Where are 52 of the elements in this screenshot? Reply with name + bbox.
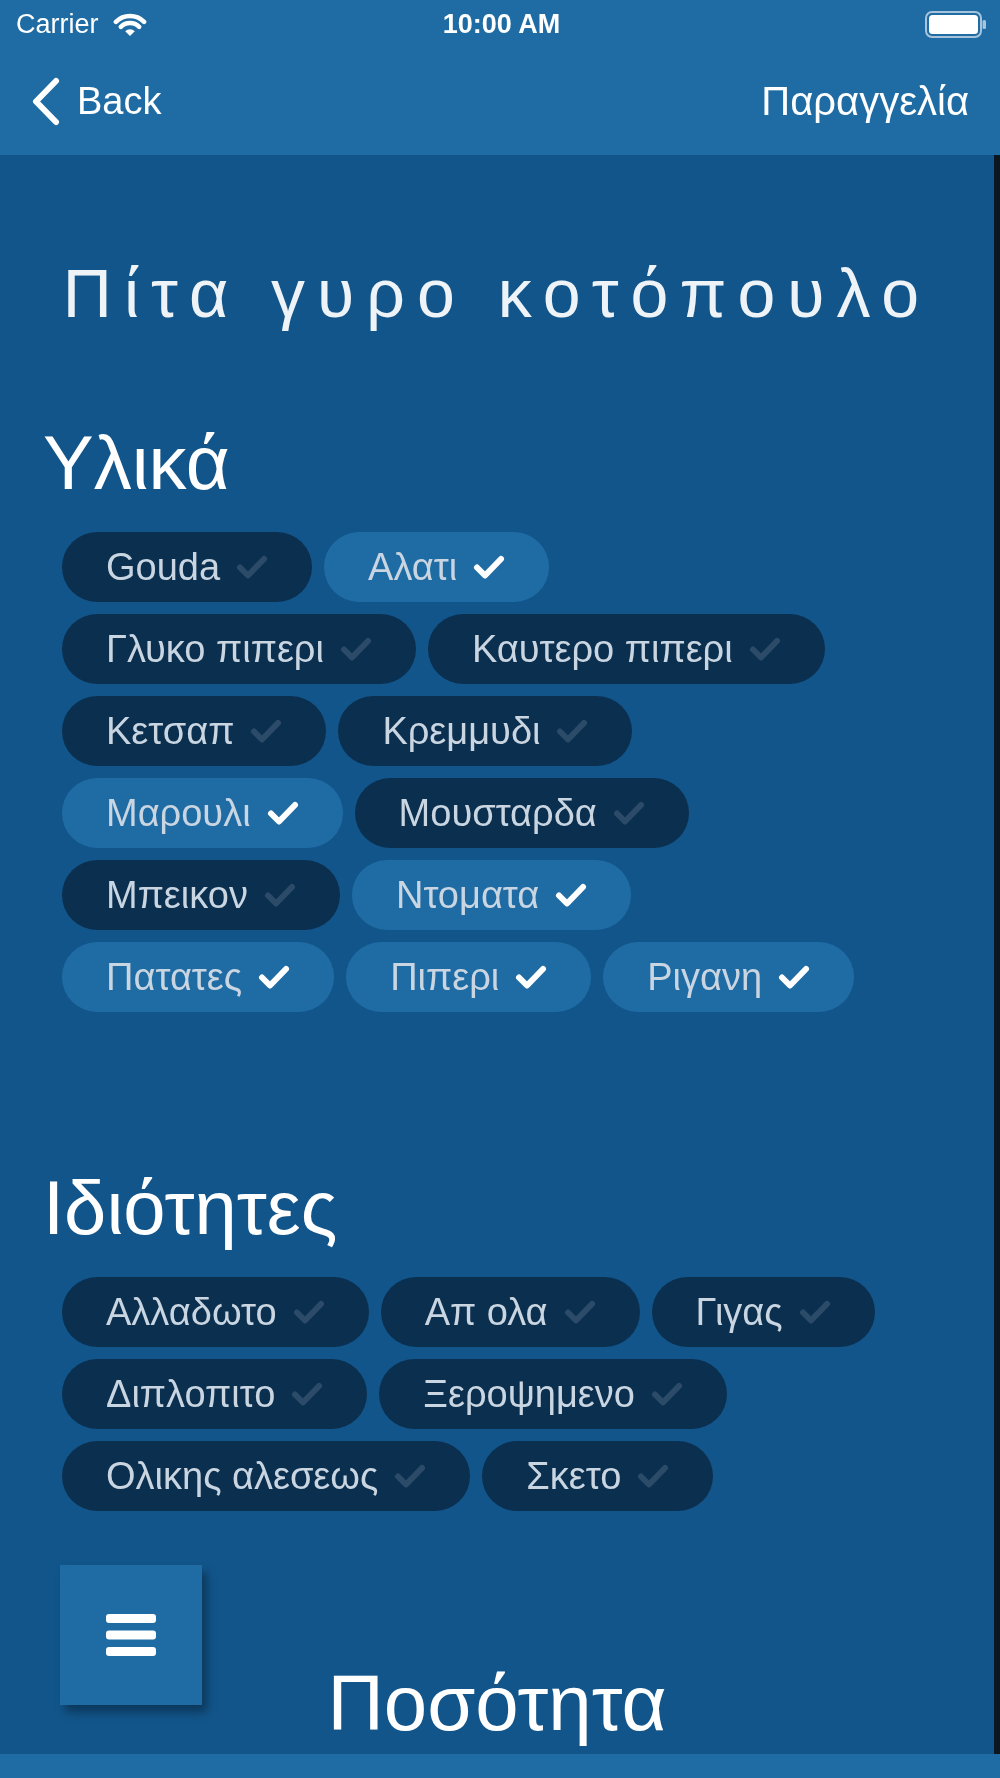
wifi-icon bbox=[112, 11, 147, 37]
carrier-label: Carrier bbox=[16, 8, 99, 40]
check-icon bbox=[339, 636, 372, 662]
check-icon bbox=[266, 800, 299, 826]
check-icon bbox=[258, 964, 291, 990]
ingredient-chip[interactable]: Αλατι bbox=[324, 532, 550, 602]
back-button[interactable]: Back bbox=[31, 77, 162, 126]
check-icon bbox=[612, 800, 645, 826]
section-heading: Ιδιότητες bbox=[43, 1164, 338, 1252]
check-icon bbox=[236, 554, 269, 580]
check-icon bbox=[650, 1381, 683, 1407]
ingredient-chip[interactable]: Πατατες bbox=[62, 942, 335, 1012]
check-icon bbox=[556, 718, 589, 744]
ingredient-chip[interactable]: Γλυκο πιπερι bbox=[62, 614, 416, 684]
check-icon bbox=[778, 964, 811, 990]
ingredient-chip[interactable]: Gouda bbox=[62, 532, 313, 602]
check-icon bbox=[394, 1463, 427, 1489]
check-icon bbox=[563, 1299, 596, 1325]
ingredient-chip[interactable]: Πιπερι bbox=[346, 942, 592, 1012]
section-heading: Υλικά bbox=[43, 419, 230, 507]
property-chip[interactable]: Ολικης αλεσεως bbox=[62, 1441, 471, 1511]
check-icon bbox=[637, 1463, 670, 1489]
check-icon bbox=[748, 636, 781, 662]
property-chip[interactable]: Ξεροψημενο bbox=[379, 1359, 727, 1429]
menu-button[interactable] bbox=[60, 1565, 202, 1705]
page-title: Πίτα γυρο κοτόπουλο bbox=[61, 254, 933, 333]
order-button[interactable]: Παραγγελία bbox=[761, 79, 969, 124]
battery-icon bbox=[925, 10, 987, 38]
property-chip[interactable]: Σκετο bbox=[482, 1441, 714, 1511]
check-icon bbox=[250, 718, 283, 744]
check-icon bbox=[798, 1299, 831, 1325]
check-icon bbox=[291, 1381, 324, 1407]
clock-time: 10:00 AM bbox=[442, 8, 561, 40]
ingredient-chip[interactable]: Καυτερο πιπερι bbox=[427, 614, 825, 684]
ingredient-chip[interactable]: Ντοματα bbox=[351, 860, 632, 930]
check-icon bbox=[292, 1299, 325, 1325]
property-chip[interactable]: Αλλαδωτο bbox=[62, 1277, 369, 1347]
ingredient-chip[interactable]: Μπεικον bbox=[62, 860, 340, 930]
ingredient-chip[interactable]: Μουσταρδα bbox=[354, 778, 689, 848]
ingredient-chip[interactable]: Κρεμμυδι bbox=[338, 696, 633, 766]
property-chip[interactable]: Γιγας bbox=[651, 1277, 875, 1347]
check-icon bbox=[555, 882, 588, 908]
menu-icon bbox=[106, 1614, 156, 1656]
ingredient-chip[interactable]: Μαρουλι bbox=[62, 778, 343, 848]
property-chip[interactable]: Απ ολα bbox=[380, 1277, 640, 1347]
chevron-left-icon bbox=[31, 77, 61, 126]
check-icon bbox=[515, 964, 548, 990]
check-icon bbox=[473, 554, 506, 580]
property-chip[interactable]: Διπλοπιτο bbox=[62, 1359, 368, 1429]
ingredient-chip[interactable]: Κετσαπ bbox=[62, 696, 327, 766]
check-icon bbox=[263, 882, 296, 908]
ingredient-chip[interactable]: Ριγανη bbox=[603, 942, 855, 1012]
